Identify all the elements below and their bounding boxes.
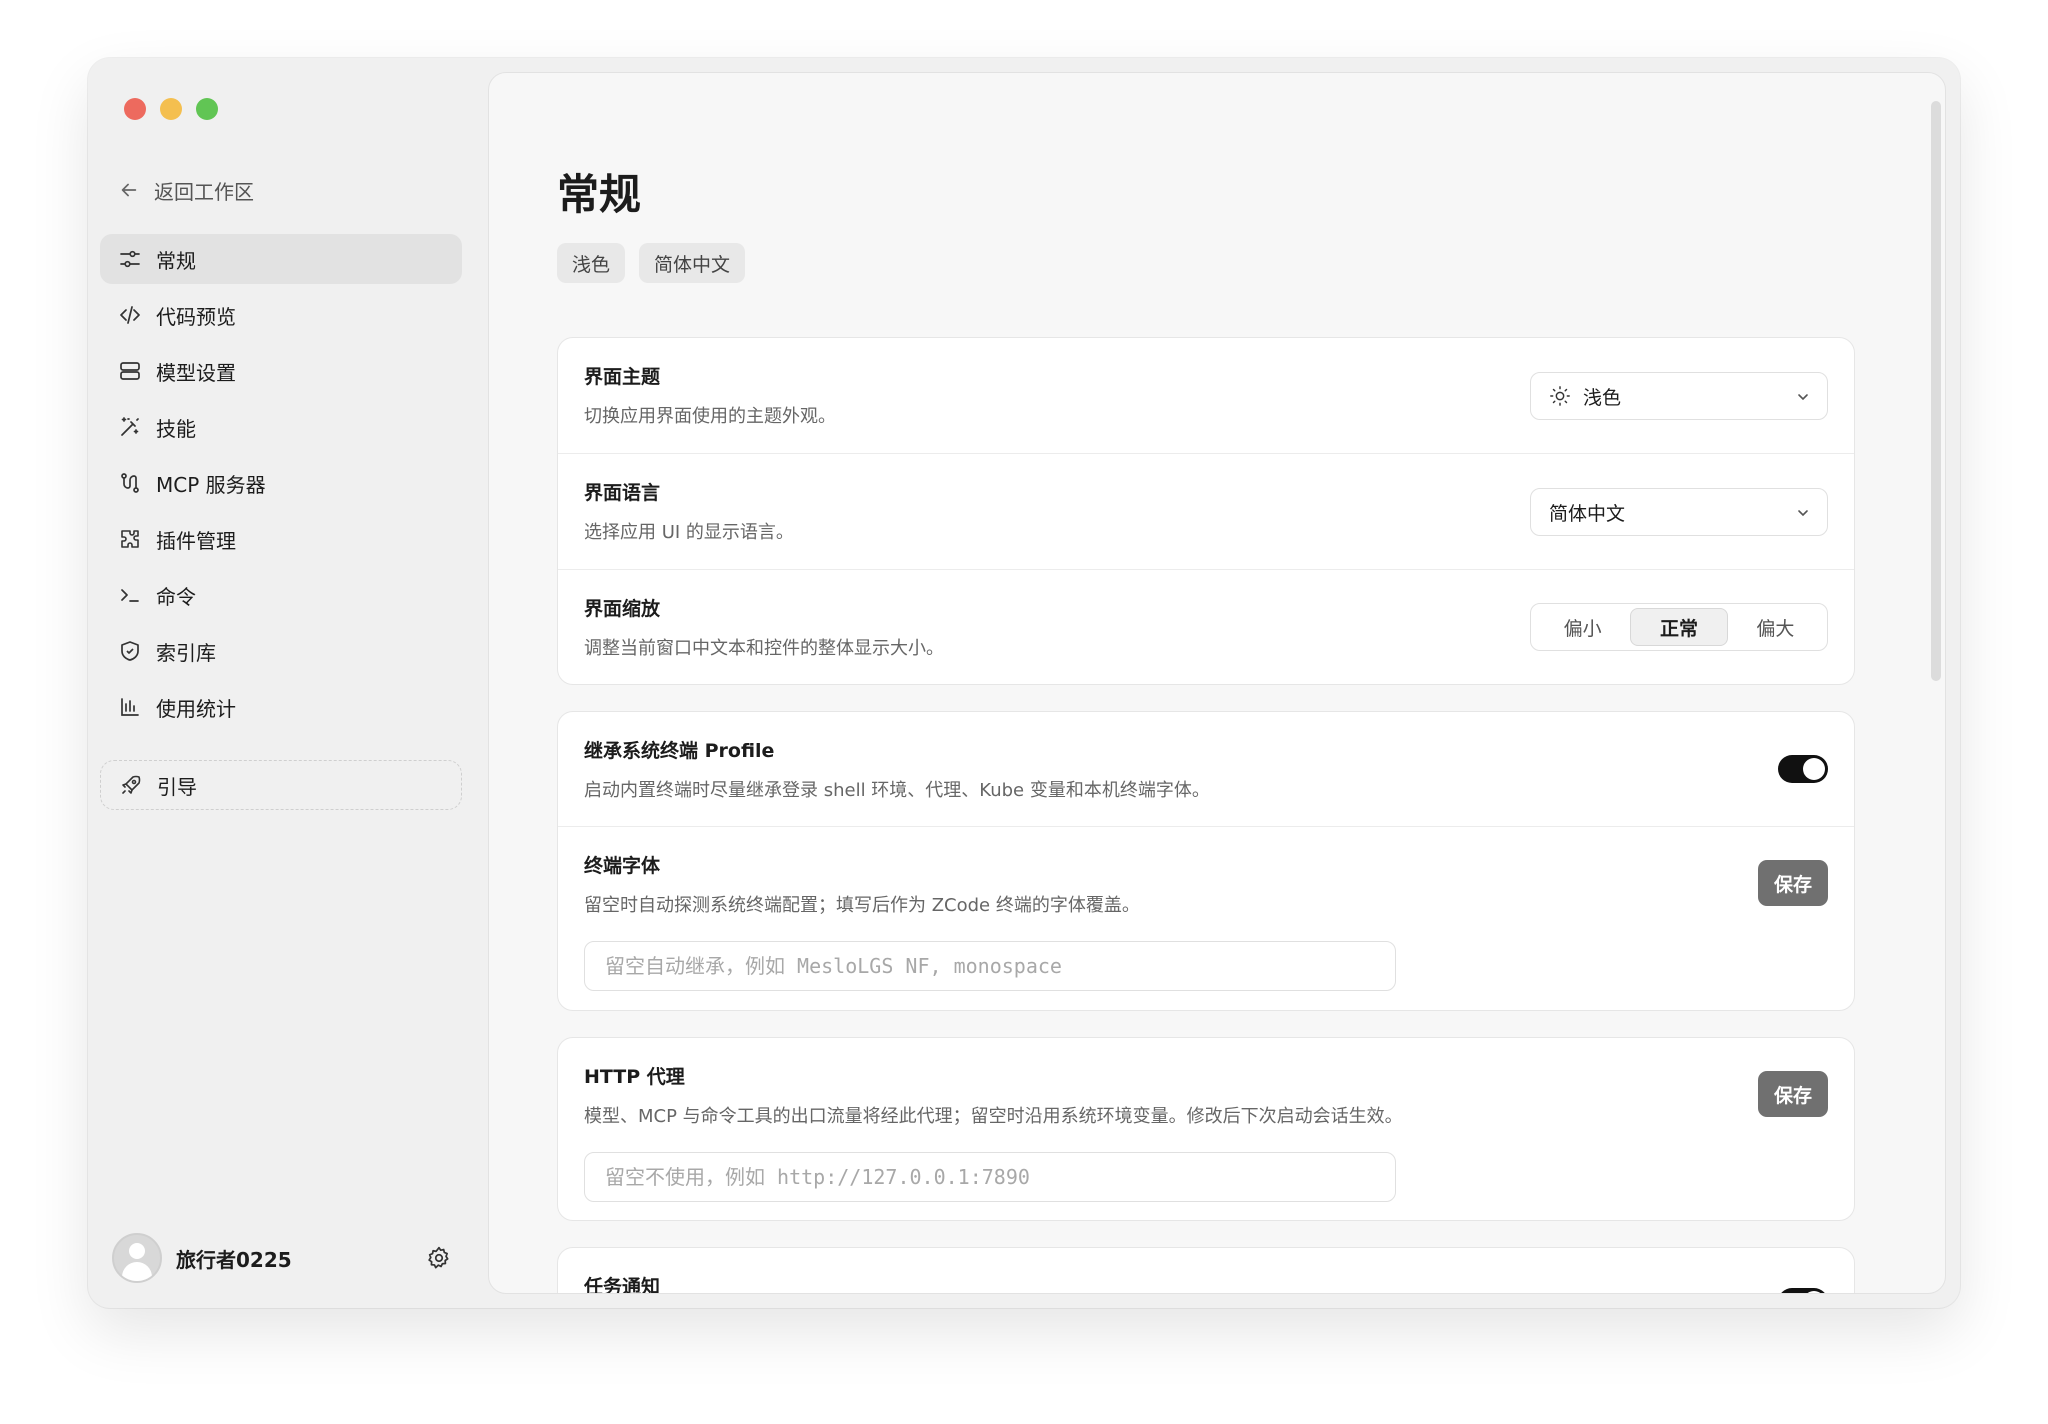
settings-panel: 常规 浅色 简体中文 界面主题 切换应用界面使用的主题外观。 浅色 界面语言 选…	[488, 72, 1946, 1294]
proxy-desc: 模型、MCP 与命令工具的出口流量将经此代理；留空时沿用系统环境变量。修改后下次…	[584, 1106, 1403, 1127]
theme-desc: 切换应用界面使用的主题外观。	[584, 406, 836, 427]
sidebar: 返回工作区 常规 代码预览 模型设置 技能 MCP 服务器 插件管理 命令 索引…	[88, 58, 478, 1308]
sidebar-item-mcp-servers[interactable]: MCP 服务器	[100, 458, 462, 508]
app-window: 返回工作区 常规 代码预览 模型设置 技能 MCP 服务器 插件管理 命令 索引…	[88, 58, 1960, 1308]
sidebar-item-guide[interactable]: 引导	[100, 760, 462, 810]
sidebar-nav: 常规 代码预览 模型设置 技能 MCP 服务器 插件管理 命令 索引库 使用统计	[100, 234, 462, 738]
language-row: 界面语言 选择应用 UI 的显示语言。 简体中文	[558, 454, 1854, 570]
theme-chip: 浅色	[557, 243, 626, 283]
bar-chart-icon	[121, 698, 139, 716]
terminal-icon	[121, 589, 139, 602]
scrollbar[interactable]	[1931, 101, 1941, 681]
sliders-icon	[120, 250, 140, 268]
puzzle-icon	[121, 530, 139, 548]
sidebar-item-label: 命令	[156, 584, 196, 609]
language-select-value: 简体中文	[1549, 502, 1626, 525]
scale-row: 界面缩放 调整当前窗口中文本和控件的整体显示大小。 偏小 正常 偏大	[558, 570, 1854, 684]
theme-select-value: 浅色	[1583, 386, 1622, 409]
sidebar-item-label: 索引库	[156, 640, 216, 665]
terminal-profile-title: 继承系统终端 Profile	[584, 740, 775, 762]
scale-option-normal[interactable]: 正常	[1630, 608, 1728, 646]
code-icon	[120, 306, 140, 324]
guide-label: 引导	[157, 774, 197, 799]
rocket-icon	[122, 775, 141, 794]
summary-chips: 浅色 简体中文	[557, 243, 746, 283]
terminal-font-row: 终端字体 留空时自动探测系统终端配置；填写后作为 ZCode 终端的字体覆盖。 …	[558, 827, 1854, 1010]
sidebar-item-commands[interactable]: 命令	[100, 570, 462, 620]
sidebar-item-label: 常规	[156, 248, 196, 273]
language-chip: 简体中文	[639, 243, 746, 283]
back-to-workspace-link[interactable]: 返回工作区	[118, 170, 254, 210]
terminal-font-desc: 留空时自动探测系统终端配置；填写后作为 ZCode 终端的字体覆盖。	[584, 895, 1140, 916]
terminal-profile-row: 继承系统终端 Profile 启动内置终端时尽量继承登录 shell 环境、代理…	[558, 712, 1854, 827]
theme-title: 界面主题	[584, 366, 661, 388]
scale-option-small[interactable]: 偏小	[1535, 608, 1630, 646]
language-desc: 选择应用 UI 的显示语言。	[584, 522, 794, 543]
scale-desc: 调整当前窗口中文本和控件的整体显示大小。	[584, 638, 944, 659]
arrow-left-icon	[121, 183, 137, 197]
sidebar-item-general[interactable]: 常规	[100, 234, 462, 284]
sidebar-item-label: 使用统计	[156, 696, 236, 721]
user-name: 旅行者0225	[176, 1247, 292, 1272]
theme-row: 界面主题 切换应用界面使用的主题外观。 浅色	[558, 338, 1854, 454]
terminal-profile-desc: 启动内置终端时尽量继承登录 shell 环境、代理、Kube 变量和本机终端字体…	[584, 780, 1210, 801]
scale-option-large[interactable]: 偏大	[1728, 608, 1823, 646]
terminal-font-input[interactable]	[584, 941, 1396, 991]
proxy-title: HTTP 代理	[584, 1066, 685, 1088]
sidebar-item-label: MCP 服务器	[156, 472, 266, 497]
chevron-down-icon	[1798, 510, 1808, 517]
notify-row: 任务通知	[558, 1248, 1854, 1294]
sidebar-item-usage-stats[interactable]: 使用统计	[100, 682, 462, 732]
scale-title: 界面缩放	[584, 598, 661, 620]
sidebar-item-label: 模型设置	[156, 360, 236, 385]
page-title: 常规	[557, 170, 642, 219]
terminal-profile-toggle[interactable]	[1778, 755, 1828, 783]
sidebar-item-skills[interactable]: 技能	[100, 402, 462, 452]
language-title: 界面语言	[584, 482, 661, 504]
terminal-font-title: 终端字体	[584, 855, 661, 877]
notify-toggle[interactable]	[1778, 1288, 1828, 1293]
magic-wand-icon	[121, 417, 139, 436]
terminal-card: 继承系统终端 Profile 启动内置终端时尽量继承登录 shell 环境、代理…	[557, 711, 1855, 1011]
sidebar-item-label: 插件管理	[156, 528, 236, 553]
sidebar-item-label: 技能	[156, 416, 196, 441]
back-label: 返回工作区	[154, 179, 254, 204]
sidebar-item-model-settings[interactable]: 模型设置	[100, 346, 462, 396]
proxy-input[interactable]	[584, 1152, 1396, 1202]
chevron-down-icon	[1798, 394, 1808, 401]
terminal-font-save-button[interactable]: 保存	[1758, 860, 1828, 906]
proxy-save-button[interactable]: 保存	[1758, 1071, 1828, 1117]
route-icon	[121, 473, 139, 493]
proxy-card: HTTP 代理 模型、MCP 与命令工具的出口流量将经此代理；留空时沿用系统环境…	[557, 1037, 1855, 1221]
appearance-card: 界面主题 切换应用界面使用的主题外观。 浅色 界面语言 选择应用 UI 的显示语…	[557, 337, 1855, 685]
language-select[interactable]: 简体中文	[1530, 488, 1828, 536]
notify-card: 任务通知	[557, 1247, 1855, 1294]
avatar[interactable]	[112, 1233, 162, 1283]
server-icon	[120, 362, 140, 380]
shield-icon	[121, 641, 139, 661]
sidebar-item-code-preview[interactable]: 代码预览	[100, 290, 462, 340]
theme-select[interactable]: 浅色	[1530, 372, 1828, 420]
sidebar-item-plugins[interactable]: 插件管理	[100, 514, 462, 564]
notify-title: 任务通知	[584, 1276, 661, 1294]
scale-segmented-control: 偏小 正常 偏大	[1530, 603, 1828, 651]
proxy-row: HTTP 代理 模型、MCP 与命令工具的出口流量将经此代理；留空时沿用系统环境…	[558, 1038, 1854, 1220]
user-profile: 旅行者0225	[112, 1232, 452, 1284]
sidebar-item-label: 代码预览	[156, 304, 236, 329]
sun-icon	[1550, 386, 1570, 406]
sidebar-item-index[interactable]: 索引库	[100, 626, 462, 676]
gear-icon[interactable]	[426, 1245, 452, 1271]
